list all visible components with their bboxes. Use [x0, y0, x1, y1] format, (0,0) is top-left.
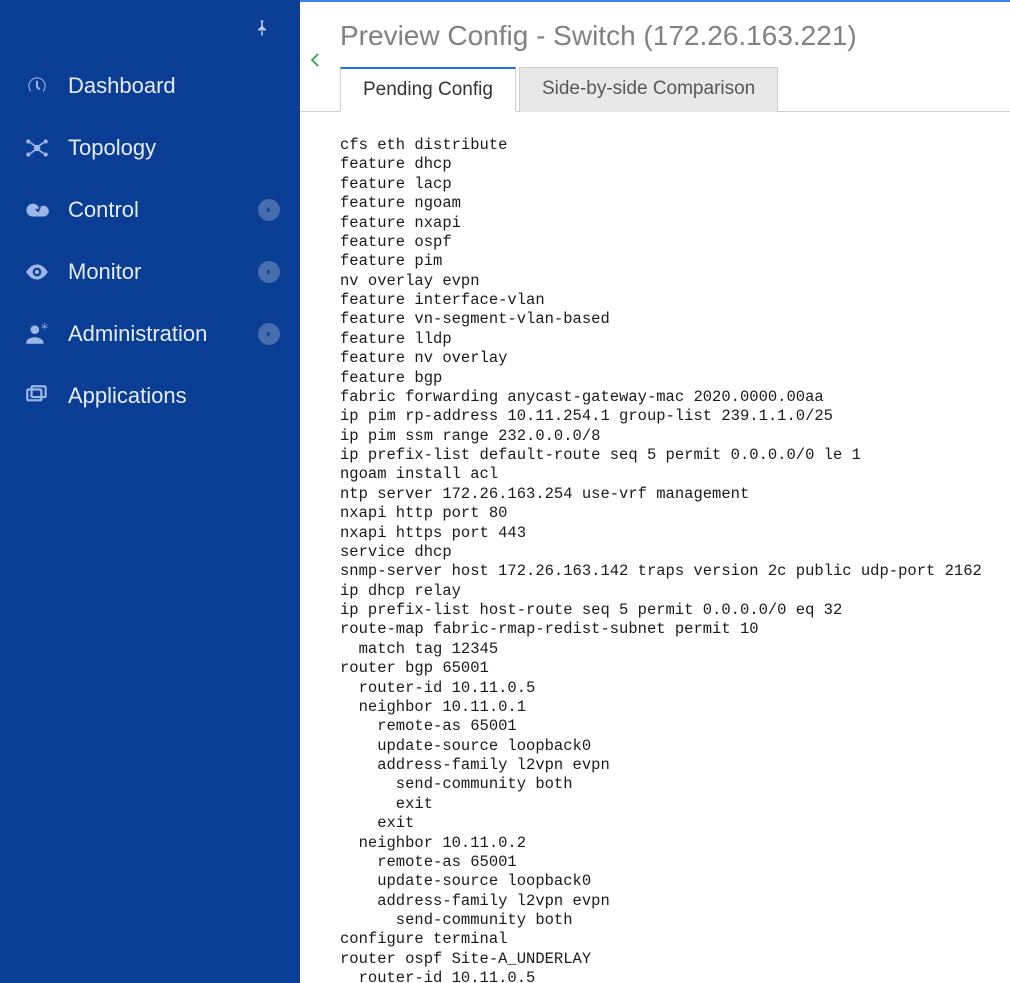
sidebar-pin-row	[0, 8, 300, 55]
dashboard-icon	[22, 73, 52, 99]
sidebar: Dashboard Topology Control Monitor	[0, 0, 300, 983]
administration-icon	[22, 321, 52, 347]
tab-label: Side-by-side Comparison	[542, 78, 755, 99]
sidebar-item-control[interactable]: Control	[0, 179, 300, 241]
main-panel: Preview Config - Switch (172.26.163.221)…	[300, 0, 1010, 983]
chevron-right-icon	[258, 323, 280, 345]
app-root: Dashboard Topology Control Monitor	[0, 0, 1010, 983]
monitor-icon	[22, 259, 52, 285]
chevron-right-icon	[258, 199, 280, 221]
sidebar-item-dashboard[interactable]: Dashboard	[0, 55, 300, 117]
pin-icon[interactable]	[252, 18, 272, 43]
back-arrow-icon[interactable]	[300, 50, 330, 76]
tab-bar: Pending Config Side-by-side Comparison	[300, 66, 1010, 112]
page-title: Preview Config - Switch (172.26.163.221)	[340, 20, 980, 52]
topology-icon	[22, 135, 52, 161]
config-text: cfs eth distribute feature dhcp feature …	[340, 136, 990, 983]
sidebar-item-monitor[interactable]: Monitor	[0, 241, 300, 303]
applications-icon	[22, 383, 52, 409]
sidebar-item-label: Monitor	[68, 259, 242, 285]
sidebar-item-label: Applications	[68, 383, 280, 409]
sidebar-item-label: Administration	[68, 321, 242, 347]
sidebar-item-label: Control	[68, 197, 242, 223]
sidebar-item-topology[interactable]: Topology	[0, 117, 300, 179]
sidebar-item-label: Topology	[68, 135, 280, 161]
sidebar-item-administration[interactable]: Administration	[0, 303, 300, 365]
page-header: Preview Config - Switch (172.26.163.221)	[300, 2, 1010, 66]
control-icon	[22, 197, 52, 223]
tab-side-by-side[interactable]: Side-by-side Comparison	[519, 67, 778, 112]
tab-pending-config[interactable]: Pending Config	[340, 67, 516, 112]
config-body[interactable]: cfs eth distribute feature dhcp feature …	[300, 112, 1010, 983]
tab-label: Pending Config	[363, 79, 493, 100]
chevron-right-icon	[258, 261, 280, 283]
sidebar-item-applications[interactable]: Applications	[0, 365, 300, 427]
sidebar-item-label: Dashboard	[68, 73, 280, 99]
